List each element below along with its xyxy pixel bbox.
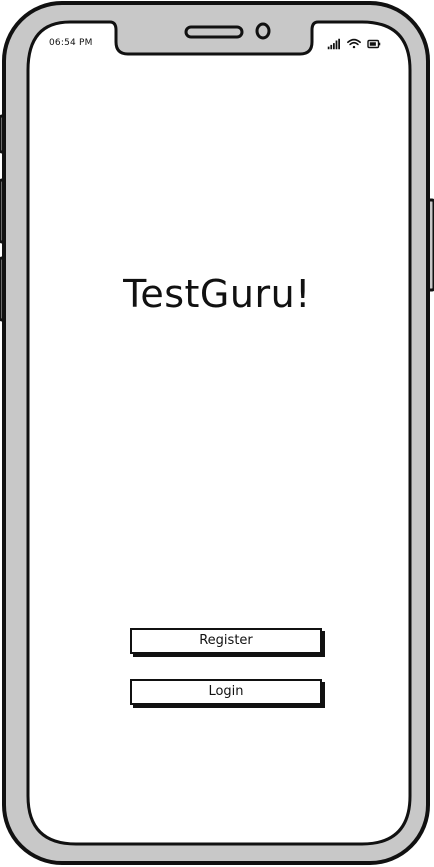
status-icons <box>327 38 381 50</box>
phone-screen <box>26 20 412 846</box>
battery-icon <box>367 39 381 49</box>
login-button[interactable]: Login <box>130 679 322 705</box>
front-camera <box>255 22 271 40</box>
wifi-icon <box>347 38 361 49</box>
speaker-grille <box>184 25 244 39</box>
register-button[interactable]: Register <box>130 628 322 654</box>
app-title: TestGuru! <box>123 272 311 316</box>
status-time: 06:54 PM <box>49 38 93 48</box>
signal-icon <box>327 38 340 50</box>
phone-mockup: 06:54 PM TestGuru! Register Login <box>0 0 434 867</box>
phone-frame <box>0 1 434 865</box>
